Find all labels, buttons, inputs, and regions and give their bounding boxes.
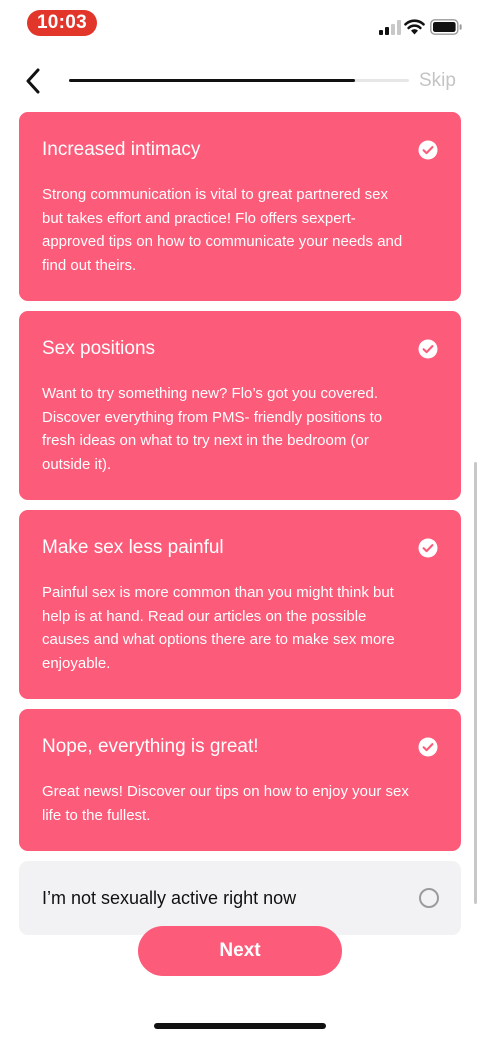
chevron-left-icon xyxy=(26,68,40,94)
option-description: Want to try something new? Flo’s got you… xyxy=(42,385,383,473)
option-card-make-sex-less-painful[interactable]: Make sex less painful Painful sex is mor… xyxy=(19,510,461,699)
wifi-icon xyxy=(404,19,425,35)
option-title: Make sex less painful xyxy=(42,537,224,558)
progress-fill xyxy=(69,79,355,82)
option-title: Increased intimacy xyxy=(42,139,201,160)
option-card-sex-positions[interactable]: Sex positions Want to try something new?… xyxy=(19,311,461,500)
check-circle-icon xyxy=(418,538,438,558)
option-card-increased-intimacy[interactable]: Increased intimacy Strong communication … xyxy=(19,112,461,301)
option-description: Great news! Discover our tips on how to … xyxy=(42,783,409,824)
back-button[interactable] xyxy=(18,64,48,98)
option-description: Strong communication is vital to great p… xyxy=(42,186,403,274)
home-indicator xyxy=(154,1023,326,1029)
option-card-not-sexually-active[interactable]: I’m not sexually active right now xyxy=(19,861,461,935)
next-button[interactable]: Next xyxy=(138,926,342,976)
option-title: Nope, everything is great! xyxy=(42,736,259,757)
check-circle-icon xyxy=(418,339,438,359)
option-card-everything-is-great[interactable]: Nope, everything is great! Great news! D… xyxy=(19,709,461,851)
skip-link[interactable]: Skip xyxy=(419,70,456,92)
cellular-signal-icon xyxy=(379,20,401,35)
battery-icon xyxy=(430,19,462,35)
option-title: Sex positions xyxy=(42,338,156,359)
scrollbar[interactable] xyxy=(474,462,477,904)
status-time: 10:03 xyxy=(27,10,97,36)
option-title: I’m not sexually active right now xyxy=(42,888,297,908)
options-list: Increased intimacy Strong communication … xyxy=(19,112,461,945)
onboarding-progress-bar xyxy=(69,79,409,82)
option-description: Painful sex is more common than you migh… xyxy=(42,584,395,672)
status-bar: 10:03 xyxy=(0,0,480,48)
check-circle-icon xyxy=(418,737,438,757)
radio-unchecked-icon xyxy=(419,888,439,908)
check-circle-icon xyxy=(418,140,438,160)
